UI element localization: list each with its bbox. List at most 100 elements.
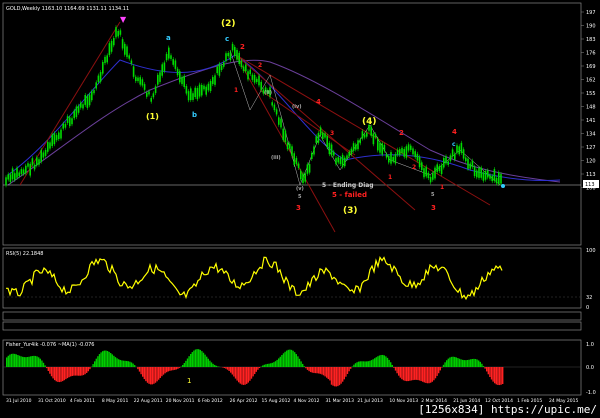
fisher-bar-negative xyxy=(62,367,64,382)
fisher-bar-negative xyxy=(399,367,401,378)
candle-body xyxy=(328,142,331,155)
candle-body xyxy=(388,156,390,163)
fisher-bar-negative xyxy=(249,367,251,381)
fisher-bar-negative xyxy=(417,367,419,381)
fisher-bar-negative xyxy=(337,367,339,387)
fisher-bar-negative xyxy=(489,367,491,378)
fisher-bar-negative xyxy=(137,367,139,370)
rsi-tick: 100 xyxy=(586,248,596,254)
symbol-info: GOLD,Weekly 1163.10 1164.69 1131.11 1134… xyxy=(6,6,129,12)
candle-body xyxy=(51,134,53,147)
candle-body xyxy=(209,81,212,92)
candle-body xyxy=(27,163,29,167)
chart-canvas[interactable]: GOLD,Weekly 1163.10 1164.69 1131.11 1134… xyxy=(0,0,600,418)
fisher-bar-negative xyxy=(311,367,313,373)
candle-body xyxy=(159,72,161,82)
fisher-label: Fisher_Yur4ik -0.076 ~MA(1) -0.076 xyxy=(6,342,95,348)
fisher-bar-positive xyxy=(454,356,456,367)
candle-body xyxy=(346,155,348,159)
fisher-bar-positive xyxy=(391,364,393,367)
fisher-bar-negative xyxy=(164,367,166,374)
fisher-bar-positive xyxy=(41,360,43,367)
rsi-line xyxy=(6,256,503,301)
candle-body xyxy=(304,173,306,182)
candle-body xyxy=(49,142,51,149)
candle-body xyxy=(302,173,304,184)
candle-body xyxy=(240,60,243,68)
price-tick: 190 xyxy=(586,24,596,30)
fisher-bar-negative xyxy=(142,367,144,377)
fisher-bar-positive xyxy=(356,362,358,367)
fisher-bar-positive xyxy=(127,361,129,367)
fisher-bar-negative xyxy=(254,367,256,375)
fisher-bar-negative xyxy=(140,367,142,375)
candle-body xyxy=(11,168,14,180)
candle-body xyxy=(451,149,454,157)
fisher-bar-positive xyxy=(215,365,217,367)
candle-body xyxy=(82,104,84,109)
candle-body xyxy=(350,148,353,155)
candle-body xyxy=(383,144,386,151)
fisher-bar-positive xyxy=(266,363,269,367)
fisher-bar-positive xyxy=(30,356,32,367)
candle-body xyxy=(168,47,170,59)
date-tick: 8 May 2011 xyxy=(102,398,129,404)
candle-body xyxy=(225,53,227,62)
fisher-bar-negative xyxy=(162,367,165,375)
candle-body xyxy=(110,40,113,52)
fisher-bar-positive xyxy=(265,364,267,367)
candle-body xyxy=(5,177,7,186)
fisher-bar-negative xyxy=(316,367,318,374)
date-tick: 20 Nov 2011 xyxy=(166,398,195,404)
candle-body xyxy=(126,46,128,57)
fisher-bar-negative xyxy=(153,367,155,384)
fisher-bar-positive xyxy=(22,356,24,367)
fisher-bar-negative xyxy=(441,367,443,368)
candle-body xyxy=(405,146,408,158)
wave-label-red-3b: 3 xyxy=(431,204,436,212)
fisher-bar-negative xyxy=(145,367,147,382)
price-tick: 169 xyxy=(586,64,596,70)
fisher-bar-positive xyxy=(281,354,283,367)
fisher-bar-negative xyxy=(319,367,321,374)
wave-label-red-1: 1 xyxy=(234,87,238,94)
candle-body xyxy=(275,109,278,115)
fisher-bar-negative xyxy=(326,367,328,378)
candle-body xyxy=(399,149,401,156)
fisher-bar-positive xyxy=(298,358,301,367)
wave-label-1: (1) xyxy=(146,112,159,121)
date-tick: 15 Aug 2012 xyxy=(262,398,291,404)
candle-body xyxy=(25,165,27,174)
price-tick: 141 xyxy=(586,118,596,124)
candle-body xyxy=(163,62,166,72)
fisher-bar-positive xyxy=(292,350,294,367)
fisher-bar-negative xyxy=(428,367,430,384)
candle-body xyxy=(489,174,491,179)
fisher-bar-positive xyxy=(201,351,203,367)
fisher-bar-negative xyxy=(314,367,317,374)
rsi-label: RSI(5) 22.1848 xyxy=(6,251,43,257)
fisher-bar-negative xyxy=(239,367,241,384)
candle-body xyxy=(95,82,97,89)
fisher-bar-positive xyxy=(212,363,214,367)
fisher-bar-negative xyxy=(174,367,176,370)
fisher-bar-negative xyxy=(430,367,432,383)
fisher-bar-negative xyxy=(158,367,160,380)
fisher-bar-positive xyxy=(471,358,473,367)
candle-body xyxy=(295,157,298,165)
fisher-bar-negative xyxy=(55,367,57,382)
fisher-bar-positive xyxy=(26,357,29,367)
candle-body xyxy=(379,142,381,153)
fisher-bar-negative xyxy=(234,367,237,379)
fisher-bar-negative xyxy=(497,367,499,385)
candle-body xyxy=(47,141,49,152)
fisher-bar-positive xyxy=(36,356,38,367)
candle-body xyxy=(306,164,309,174)
fisher-bar-negative xyxy=(225,367,227,369)
candle-body xyxy=(418,156,421,168)
fisher-bar-negative xyxy=(404,367,406,381)
candle-body xyxy=(440,164,443,175)
wave-label-c2: c xyxy=(452,141,456,148)
fisher-bar-negative xyxy=(74,367,77,376)
fisher-bar-positive xyxy=(367,361,369,367)
